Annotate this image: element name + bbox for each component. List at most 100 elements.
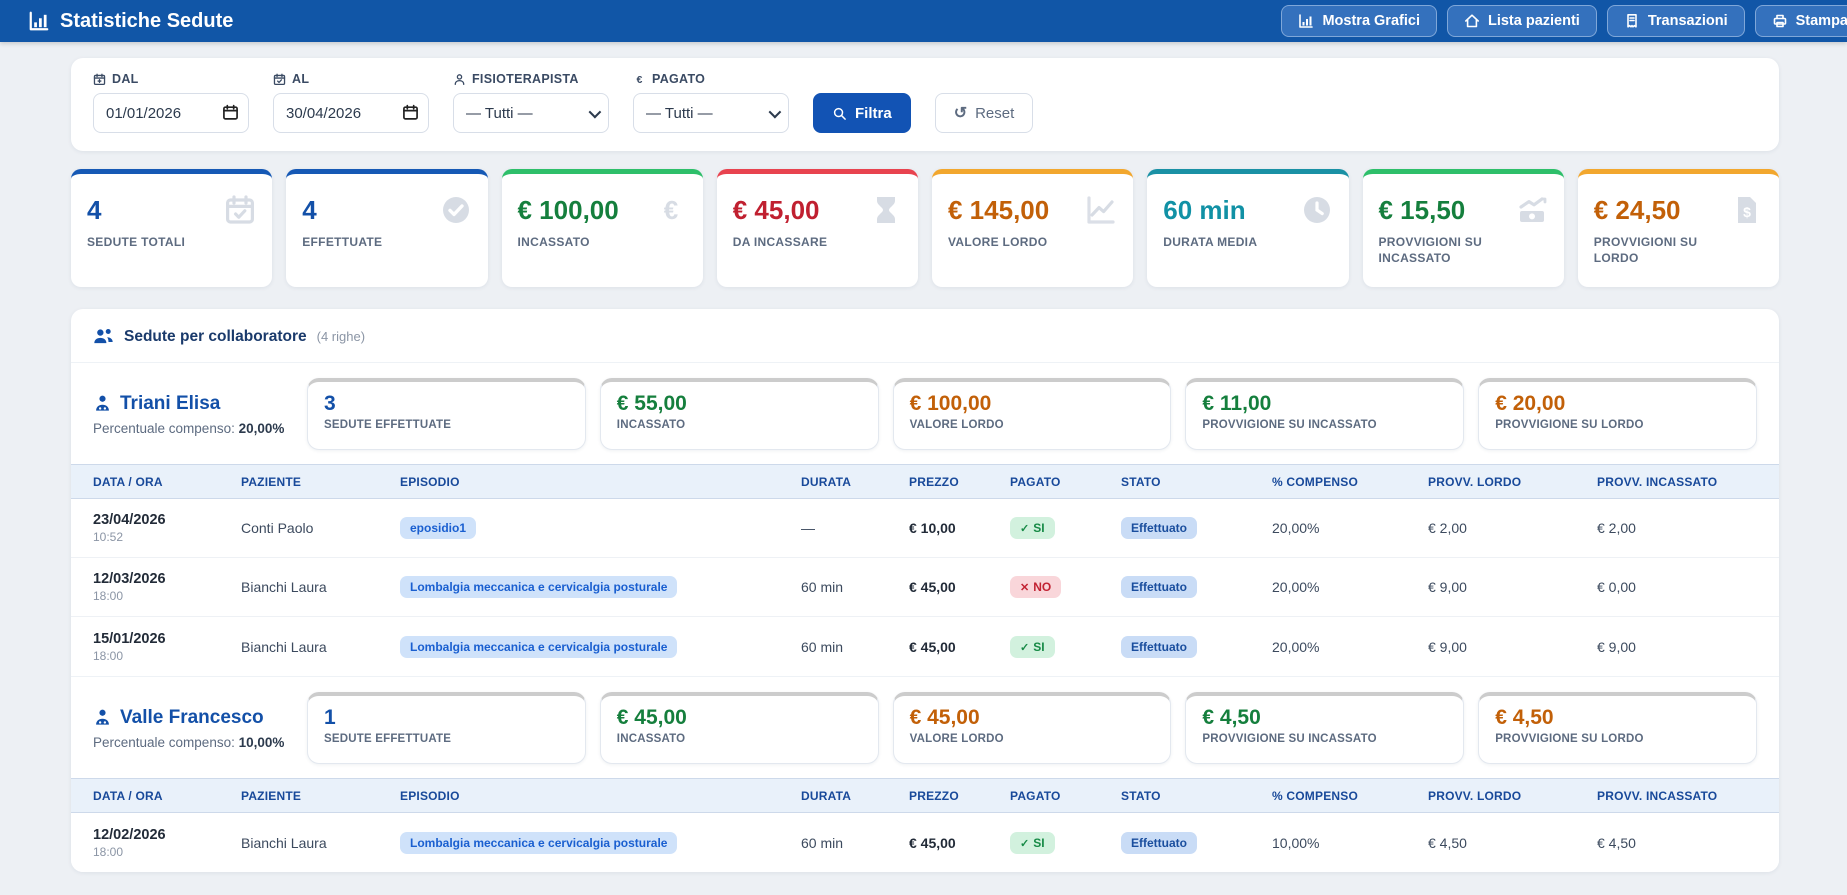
table-column-header: % COMPENSO	[1272, 788, 1359, 803]
cell-percent: 10,00%	[1272, 834, 1320, 851]
table-column-header: PAZIENTE	[241, 788, 302, 803]
summary-card: € 15,50 PROVVIGIONI SU INCASSATO	[1362, 169, 1564, 287]
table-column-header: STATO	[1121, 474, 1161, 489]
nav-button[interactable]: Transazioni	[1606, 5, 1745, 37]
stat-label: PROVVIGIONE SU LORDO	[1495, 733, 1644, 746]
summary-card: € 45,00 DA INCASSARE	[716, 169, 918, 287]
episode-badge[interactable]: eposidio1	[400, 517, 477, 539]
calendar-check-icon	[273, 73, 286, 86]
filtra-button[interactable]: Filtra	[813, 93, 911, 133]
al-label: AL	[292, 72, 310, 86]
cell-percent: 20,00%	[1272, 638, 1320, 655]
cell-prov-incassato: € 9,00	[1597, 638, 1636, 655]
cell-duration: 60 min	[801, 638, 844, 655]
episode-badge[interactable]: Lombalgia meccanica e cervicalgia postur…	[400, 635, 678, 658]
summary-card-icon	[870, 194, 902, 226]
collaborators-section: Sedute per collaboratore (4 righe) Trian…	[71, 309, 1779, 872]
episode-badge[interactable]: Lombalgia meccanica e cervicalgia postur…	[400, 576, 678, 598]
episode-badge[interactable]: Lombalgia meccanica e cervicalgia postur…	[400, 831, 678, 854]
person-icon	[453, 73, 466, 86]
cell-status: Effettuato	[1121, 517, 1272, 539]
summary-card-icon	[1516, 194, 1548, 226]
summary-card-label: VALORE LORDO	[948, 234, 1048, 249]
reset-icon: ↺	[953, 105, 968, 122]
cell-status: Effettuato	[1121, 576, 1272, 598]
cell-percent: 20,00%	[1272, 579, 1320, 595]
nav-button[interactable]: Stampa	[1754, 5, 1847, 37]
summary-card-label: EFFETTUATE	[302, 234, 383, 249]
calendar-plus-icon	[93, 73, 106, 86]
cell-date: 12/02/2026 18:00	[93, 827, 241, 859]
collaborator-stat-cards: 3 SEDUTE EFFETTUATE € 55,00 INCASSATO € …	[307, 378, 1757, 450]
collaborator-name: Triani Elisa	[120, 392, 221, 414]
table-column-header: EPISODIO	[400, 474, 460, 489]
stat-label: PROVVIGIONE SU INCASSATO	[1202, 419, 1377, 432]
table-column-header: PREZZO	[909, 474, 959, 489]
summary-card-label: INCASSATO	[517, 234, 590, 249]
nav-button[interactable]: Lista pazienti	[1446, 5, 1597, 37]
filter-pagato: € PAGATO — Tutti —	[633, 72, 789, 133]
chart-icon	[28, 10, 50, 32]
nav-button-label: Transazioni	[1647, 13, 1728, 29]
paid-badge: ✓ SI	[1010, 831, 1055, 854]
dal-date-input[interactable]	[93, 93, 249, 133]
nav-button-icon	[1624, 13, 1640, 29]
stat-value: 3	[324, 392, 336, 415]
reset-button[interactable]: ↺ Reset	[934, 93, 1034, 133]
collaborator-block: Valle Francesco Percentuale compenso: 10…	[71, 676, 1779, 872]
cell-date: 12/03/2026 18:00	[93, 571, 241, 603]
dal-label: DAL	[112, 72, 139, 86]
collaborator-name-row: Triani Elisa	[93, 393, 293, 415]
table-column-header: DATA / ORA	[93, 474, 163, 489]
table-body: 12/02/2026 18:00 Bianchi Laura Lombalgia…	[71, 813, 1779, 872]
cell-prov-lordo: € 2,00	[1428, 520, 1467, 536]
collaborator-compenso: Percentuale compenso: 10,00%	[93, 735, 293, 750]
summary-card: 60 min DURATA MEDIA	[1147, 169, 1349, 287]
paid-badge: ✓ SI	[1010, 635, 1055, 658]
table-row: 12/02/2026 18:00 Bianchi Laura Lombalgia…	[71, 813, 1779, 872]
paid-badge: ✓ SI	[1010, 517, 1055, 539]
stat-label: SEDUTE EFFETTUATE	[324, 419, 452, 432]
collaborator-stat-card: € 100,00 VALORE LORDO	[892, 378, 1172, 450]
section-row-count: (4 righe)	[316, 329, 366, 344]
row-date: 12/03/2026	[93, 571, 166, 587]
table-column-header: DATA / ORA	[93, 788, 163, 803]
pagato-select[interactable]: — Tutti —	[633, 93, 789, 133]
collaborator-stat-card: € 45,00 VALORE LORDO	[892, 692, 1172, 764]
summary-cards-row: 4 SEDUTE TOTALI 4 EFFETTUATE € 100,00 IN…	[71, 169, 1779, 287]
cell-price: € 45,00	[909, 638, 956, 655]
doctor-icon	[93, 708, 112, 727]
summary-card-label: DURATA MEDIA	[1163, 234, 1258, 249]
collaborator-info: Triani Elisa Percentuale compenso: 20,00…	[93, 393, 293, 436]
summary-card-icon	[440, 194, 472, 226]
summary-card-label: SEDUTE TOTALI	[87, 234, 186, 249]
fisioterapista-select[interactable]: — Tutti —	[453, 93, 609, 133]
al-date-input[interactable]	[273, 93, 429, 133]
nav-button-icon	[1772, 13, 1788, 29]
stat-value: € 45,00	[909, 706, 980, 729]
table-row: 15/01/2026 18:00 Bianchi Laura Lombalgia…	[71, 617, 1779, 676]
table-column-header: DURATA	[801, 788, 852, 803]
stat-label: INCASSATO	[616, 733, 686, 746]
cell-percent: 20,00%	[1272, 520, 1320, 536]
row-date: 15/01/2026	[93, 630, 166, 647]
stat-label: VALORE LORDO	[909, 733, 1004, 746]
table-column-header: PAZIENTE	[241, 474, 302, 489]
cell-prov-lordo: € 4,50	[1428, 834, 1467, 851]
filtra-label: Filtra	[855, 104, 892, 122]
row-date: 23/04/2026	[93, 512, 166, 528]
cell-duration: 60 min	[801, 579, 844, 595]
filter-card: DAL AL FISIOTERAPISTA — Tutti — €PAGA	[71, 58, 1779, 151]
compenso-label: Percentuale compenso:	[93, 420, 235, 436]
cell-paid: ✓ SI	[1010, 831, 1121, 854]
table-column-header: PAGATO	[1010, 788, 1061, 803]
cell-date: 15/01/2026 18:00	[93, 631, 241, 663]
cell-date: 23/04/2026 10:52	[93, 512, 241, 544]
summary-card: 4 SEDUTE TOTALI	[71, 169, 273, 287]
table-column-header: % COMPENSO	[1272, 474, 1359, 489]
summary-card-icon	[1085, 194, 1117, 226]
cell-duration: —	[801, 520, 815, 536]
nav-button[interactable]: Mostra Grafici	[1281, 5, 1437, 37]
stat-value: € 45,00	[616, 706, 687, 729]
status-badge: Effettuato	[1121, 635, 1197, 658]
